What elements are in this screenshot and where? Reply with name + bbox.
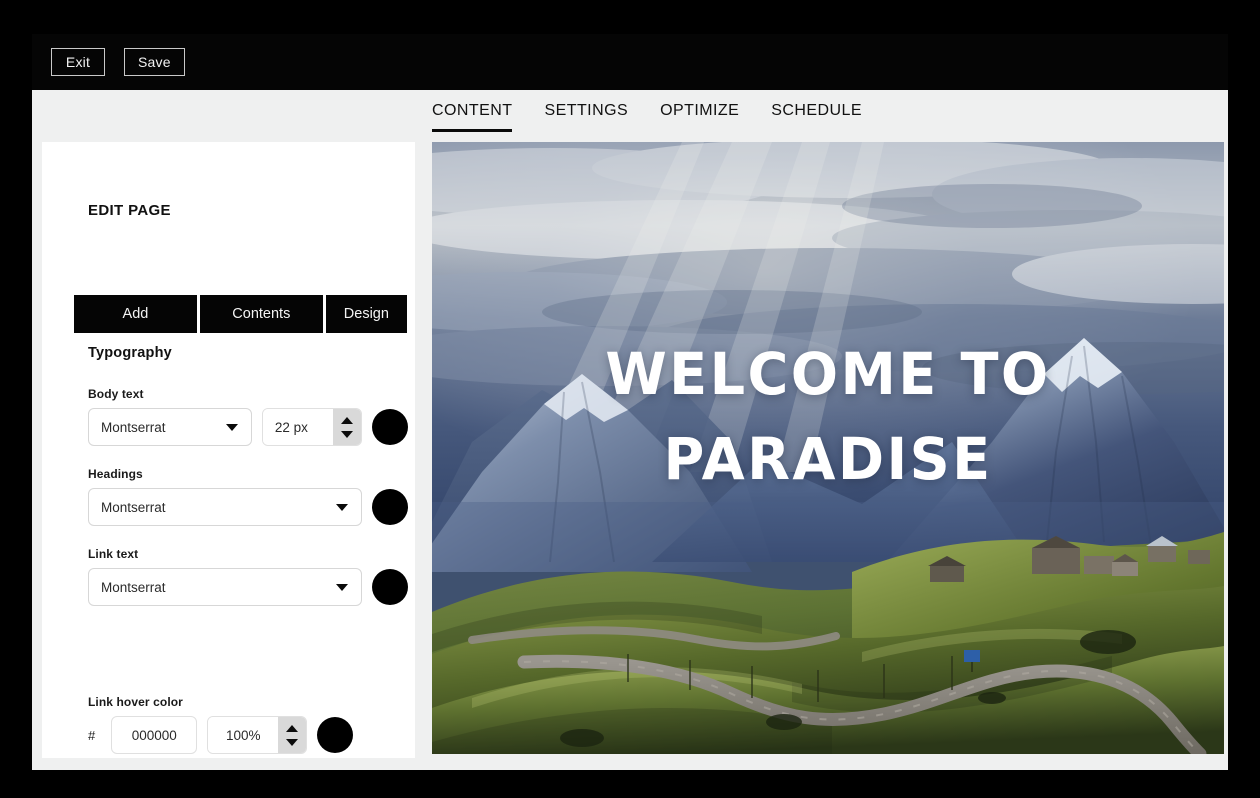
link-hover-opacity-value[interactable]: 100% (208, 717, 279, 753)
preview-area: WELCOME TO PARADISE (432, 142, 1228, 758)
app-frame: Exit Save CONTENT SETTINGS OPTIMIZE SCHE… (0, 0, 1260, 798)
headings-field-group: Headings Montserrat (88, 467, 408, 526)
stepper-up-icon[interactable] (341, 416, 353, 424)
link-text-color-swatch[interactable] (372, 569, 408, 605)
page-title: EDIT PAGE (88, 202, 171, 219)
page-surface: Exit Save CONTENT SETTINGS OPTIMIZE SCHE… (32, 34, 1228, 770)
body-text-field-group: Body text Montserrat 22 px (88, 387, 408, 446)
save-button[interactable]: Save (124, 48, 185, 76)
design-button[interactable]: Design (325, 295, 407, 333)
tab-bar: CONTENT SETTINGS OPTIMIZE SCHEDULE (432, 102, 862, 142)
link-text-field-group: Link text Montserrat (88, 547, 408, 606)
body-text-size-arrows[interactable] (333, 409, 361, 445)
body-text-size-value[interactable]: 22 px (262, 409, 333, 445)
typography-section: Typography Body text Montserrat 22 px He… (88, 345, 408, 627)
top-toolbar: Exit Save (32, 34, 1228, 90)
link-text-font-value: Montserrat (101, 579, 166, 595)
add-button[interactable]: Add (74, 295, 197, 333)
tab-content[interactable]: CONTENT (432, 102, 513, 132)
link-text-font-select[interactable]: Montserrat (88, 568, 362, 606)
typography-heading: Typography (88, 345, 172, 361)
hero-heading-line-1: WELCOME TO (605, 340, 1051, 408)
tab-schedule[interactable]: SCHEDULE (771, 102, 862, 132)
hash-icon: # (88, 727, 96, 743)
link-hover-opacity-arrows[interactable] (278, 717, 307, 753)
body-text-color-swatch[interactable] (372, 409, 408, 445)
link-hover-opacity-stepper[interactable]: 100% (207, 716, 308, 754)
hero-heading: WELCOME TO PARADISE (448, 332, 1208, 501)
chevron-down-icon (225, 424, 238, 431)
headings-font-value: Montserrat (101, 499, 166, 515)
link-hover-color-group: Link hover color # 100% (88, 695, 354, 754)
link-hover-color-label: Link hover color (88, 695, 183, 709)
body-text-size-stepper[interactable]: 22 px (261, 408, 362, 446)
body-text-label: Body text (88, 387, 144, 401)
headings-label: Headings (88, 467, 143, 481)
tab-optimize[interactable]: OPTIMIZE (660, 102, 739, 132)
body-text-font-value: Montserrat (101, 419, 166, 435)
hero-image[interactable]: WELCOME TO PARADISE (432, 142, 1224, 754)
tab-settings[interactable]: SETTINGS (544, 102, 628, 132)
sidebar-panel: EDIT PAGE Add Contents Design Typography… (42, 142, 415, 758)
stepper-down-icon[interactable] (341, 430, 353, 438)
link-hover-color-swatch[interactable] (317, 717, 354, 753)
contents-button[interactable]: Contents (199, 295, 323, 333)
stepper-up-icon[interactable] (286, 724, 299, 732)
stepper-down-icon[interactable] (286, 738, 299, 746)
link-text-label: Link text (88, 547, 139, 561)
chevron-down-icon (336, 584, 348, 591)
hero-heading-line-2: PARADISE (663, 424, 993, 493)
link-hover-hex-input[interactable] (111, 716, 198, 754)
body-text-font-select[interactable]: Montserrat (88, 408, 252, 446)
segmented-control: Add Contents Design (74, 295, 407, 333)
headings-color-swatch[interactable] (372, 489, 408, 525)
chevron-down-icon (336, 504, 348, 511)
headings-font-select[interactable]: Montserrat (88, 488, 362, 526)
exit-button[interactable]: Exit (51, 48, 105, 76)
